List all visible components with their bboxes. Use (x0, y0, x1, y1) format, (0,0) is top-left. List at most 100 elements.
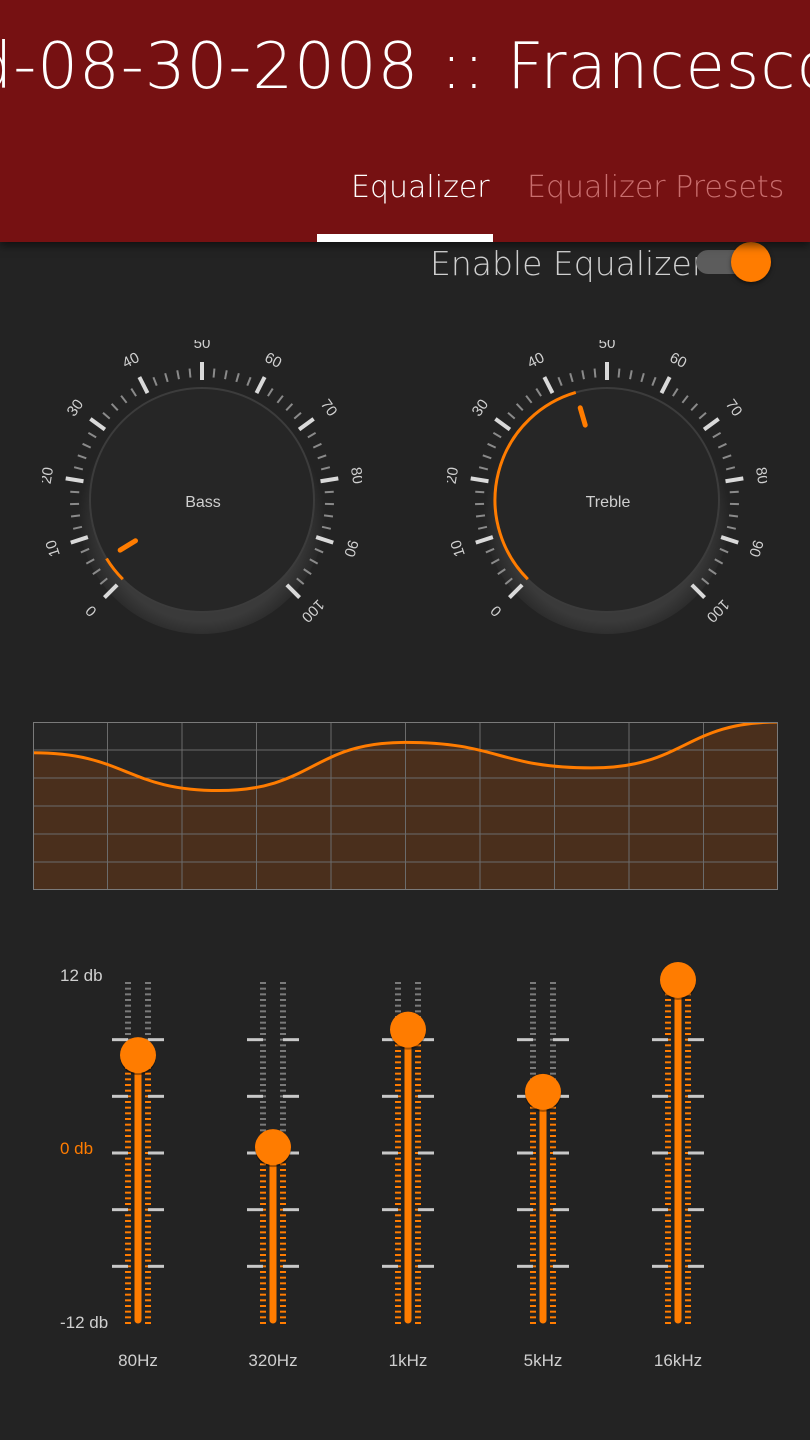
knob-minor-tick (73, 466, 84, 471)
knob-major-tick (254, 376, 267, 394)
knob-minor-tick (487, 442, 497, 449)
tab-indicator (317, 234, 493, 242)
knob-minor-tick (224, 370, 228, 380)
knob-tick-label: 30 (64, 396, 88, 419)
knob-minor-tick (307, 431, 317, 439)
band-slider-1khz[interactable] (378, 960, 438, 1340)
knob-minor-tick (267, 388, 274, 397)
switch-thumb[interactable] (731, 242, 771, 282)
knob-minor-tick (188, 368, 192, 378)
knob-tick-label: 10 (447, 538, 468, 559)
band-slider-80hz[interactable] (108, 960, 168, 1340)
knob-minor-tick (725, 466, 736, 471)
knob-minor-tick (569, 372, 574, 383)
knob-minor-tick (535, 388, 542, 397)
knob-minor-tick (717, 442, 727, 449)
knob-tick-label: 40 (120, 349, 143, 372)
knob-minor-tick (492, 431, 502, 439)
knob-minor-tick (475, 514, 486, 518)
knob-minor-tick (130, 388, 137, 397)
enable-equalizer-switch[interactable] (694, 242, 771, 282)
knob-minor-tick (672, 388, 679, 397)
knob-tick-label: 70 (722, 396, 746, 419)
knob-minor-tick (515, 403, 524, 412)
knob-minor-tick (152, 376, 158, 387)
knob-minor-tick (478, 466, 489, 471)
db-max-label: 12 db (60, 966, 103, 985)
knob-tick-label: 60 (667, 349, 690, 372)
knob-major-tick (702, 417, 720, 432)
knob-minor-tick (324, 490, 334, 494)
knob-minor-tick (317, 454, 327, 460)
knob-tick-label: 100 (703, 596, 733, 626)
band-label-5khz: 5kHz (523, 1351, 563, 1370)
knob-tick-label: 10 (42, 538, 63, 559)
knob-minor-tick (557, 376, 563, 387)
band-label-16khz: 16kHz (653, 1351, 703, 1370)
knob-major-tick (659, 376, 672, 394)
knob-minor-tick (681, 395, 689, 404)
slider-thumb (390, 1011, 426, 1048)
band-label-80hz: 80Hz (118, 1351, 158, 1370)
knob-minor-tick (102, 411, 111, 420)
knob-minor-tick (482, 454, 492, 460)
knob-tick-label: 50 (194, 340, 211, 352)
knob-major-tick (89, 417, 107, 432)
knob-minor-tick (285, 403, 294, 412)
knob-minor-tick (246, 376, 252, 387)
knob-minor-tick (235, 372, 240, 383)
knob-minor-tick (729, 490, 739, 494)
knob-minor-tick (70, 490, 80, 494)
knob-minor-tick (120, 395, 128, 404)
knob-major-tick (297, 417, 315, 432)
knob-minor-tick (323, 514, 334, 518)
knob-minor-tick (320, 466, 331, 471)
knob-tick-label: 50 (599, 340, 616, 352)
knob-tick-label: 60 (262, 349, 285, 372)
knob-tick-label: 90 (745, 538, 766, 559)
knob-major-tick (542, 376, 555, 394)
knob-minor-tick (87, 431, 97, 439)
knob-minor-tick (640, 372, 645, 383)
db-min-label: -12 db (60, 1313, 109, 1332)
band-label-320hz: 320Hz (248, 1351, 298, 1370)
knob-minor-tick (525, 395, 533, 404)
knob-major-tick (137, 376, 150, 394)
knob-minor-tick (293, 411, 302, 420)
knob-minor-tick (176, 370, 180, 380)
slider-thumb (525, 1073, 561, 1110)
tab-equalizer-presets[interactable]: Equalizer Presets (527, 170, 784, 205)
band-slider-320hz[interactable] (243, 960, 303, 1340)
knob-major-tick (725, 476, 744, 484)
db-zero-label: 0 db (60, 1139, 94, 1158)
tab-equalizer[interactable]: Equalizer (351, 170, 490, 205)
knob-tick-label: 0 (487, 602, 505, 620)
band-slider-16khz[interactable] (648, 960, 708, 1340)
band-slider-5khz[interactable] (513, 960, 573, 1340)
knob-tick-label: 80 (347, 466, 362, 485)
knob-minor-tick (728, 514, 739, 518)
slider-thumb (660, 962, 696, 998)
knob-minor-tick (70, 514, 81, 518)
knob-minor-tick (690, 403, 699, 412)
slider-thumb (255, 1129, 291, 1166)
knob-minor-tick (475, 490, 485, 494)
knob-major-tick (494, 417, 512, 432)
knob-minor-tick (312, 442, 322, 449)
knob-tick-label: 70 (317, 396, 341, 419)
enable-equalizer-label: Enable Equalizer (430, 244, 706, 283)
app-bar: nd-08-30-2008 :: Francesco Equalizer Equ… (0, 0, 810, 242)
knob-major-tick (320, 476, 339, 484)
knob-tick-label: 0 (82, 602, 100, 620)
knob-minor-tick (617, 368, 621, 378)
knob-tick-label: 90 (340, 538, 361, 559)
knob-minor-tick (593, 368, 597, 378)
knob-tick-label: 100 (298, 596, 328, 626)
knob-minor-tick (507, 411, 516, 420)
knob-minor-tick (722, 454, 732, 460)
knob-tick-label: 20 (447, 466, 462, 485)
knob-minor-tick (77, 454, 87, 460)
knob-tick-label: 30 (469, 396, 493, 419)
knob-minor-tick (110, 403, 119, 412)
knob-minor-tick (698, 411, 707, 420)
